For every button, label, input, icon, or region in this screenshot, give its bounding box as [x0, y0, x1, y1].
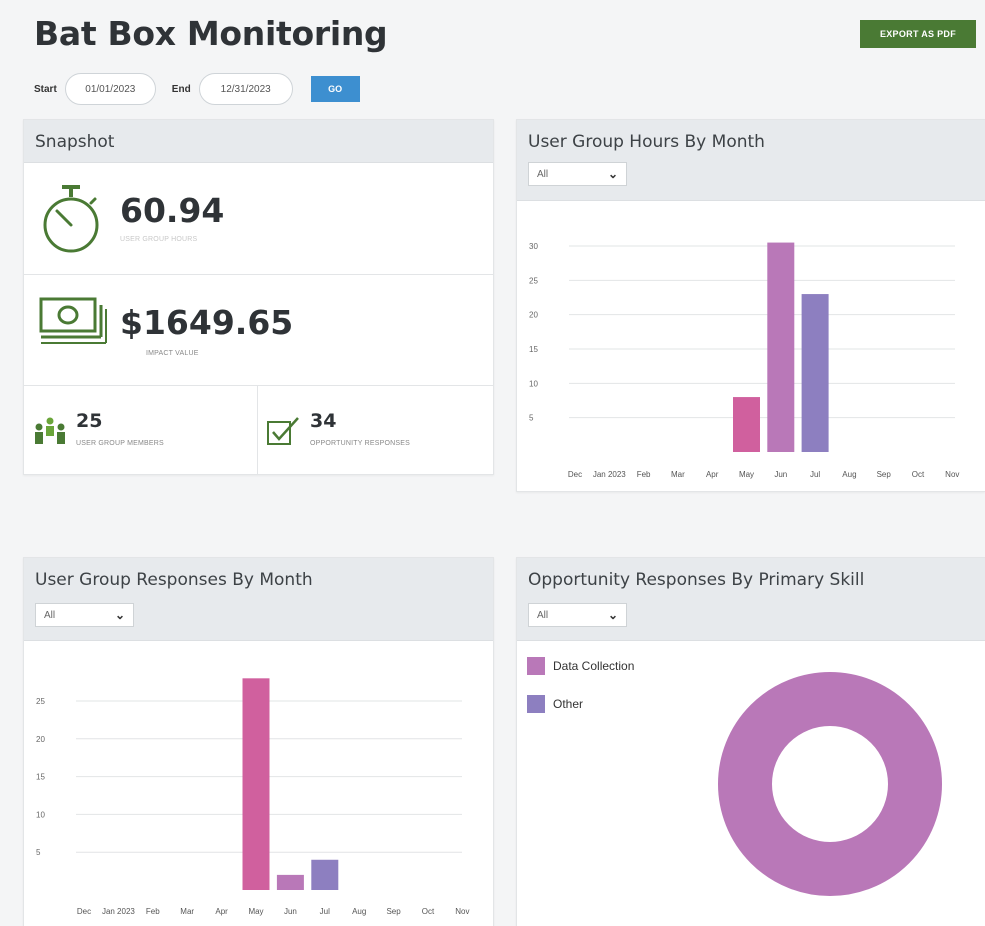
legend-item-other[interactable]: Other [527, 695, 583, 713]
bar-may [733, 397, 760, 452]
x-tick-label: Jan 2023 [593, 470, 626, 479]
donut-slice [718, 672, 942, 896]
x-tick-label: May [248, 907, 263, 916]
y-tick-label: 25 [36, 697, 45, 706]
legend-label: Data Collection [553, 659, 635, 673]
x-tick-label: Mar [671, 470, 685, 479]
legend-item-data-collection[interactable]: Data Collection [527, 657, 634, 675]
x-tick-label: Jun [284, 907, 297, 916]
responses-stat: 34 OPPORTUNITY RESPONSES [259, 386, 495, 475]
x-tick-label: Sep [386, 907, 401, 916]
responses-label: OPPORTUNITY RESPONSES [310, 440, 411, 447]
responses-panel: User Group Responses By Month All ⌄ 5 10 1… [23, 557, 494, 926]
x-tick-label: Apr [706, 470, 719, 479]
hours-stat: 60.94 USER GROUP HOURS [24, 163, 493, 275]
x-tick-label: Aug [842, 470, 856, 479]
impact-value: $1649.65 [120, 303, 294, 342]
y-tick-label: 5 [529, 414, 534, 423]
hours-bar-chart: 5 10 15 20 25 30 Dec Jan 2023 Feb Mar Apr May Jun Jul… [529, 242, 959, 479]
bar-jul [311, 859, 339, 890]
hours-panel-header: User Group Hours By Month All ⌄ [517, 120, 985, 201]
stopwatch-icon [38, 183, 104, 260]
responses-panel-header: User Group Responses By Month All ⌄ [24, 558, 493, 641]
x-tick-label: Dec [77, 907, 91, 916]
x-tick-label: Nov [945, 470, 959, 479]
snapshot-title: Snapshot [35, 132, 115, 152]
hours-value: 60.94 [120, 191, 225, 230]
hours-filter-value: All [537, 168, 549, 180]
bar-may [242, 678, 270, 890]
x-tick-label: Sep [877, 470, 892, 479]
x-tick-label: Oct [912, 470, 925, 479]
snapshot-panel: Snapshot 60.94 USER GROUP HOURS $1649.65… [23, 119, 494, 475]
x-tick-label: Aug [352, 907, 366, 916]
chevron-down-icon: ⌄ [607, 608, 618, 622]
x-tick-label: Mar [180, 907, 194, 916]
legend-label: Other [553, 697, 584, 711]
responses-filter-dropdown[interactable]: All ⌄ [35, 603, 134, 627]
responses-filter-value: All [44, 609, 56, 621]
y-tick-label: 15 [36, 773, 45, 782]
start-date-input[interactable] [64, 73, 156, 105]
x-tick-label: Feb [637, 470, 651, 479]
x-tick-label: Jan 2023 [102, 907, 135, 916]
x-tick-label: Dec [568, 470, 582, 479]
x-tick-label: Jul [320, 907, 330, 916]
skill-panel-header: Opportunity Responses By Primary Skill A… [517, 558, 985, 641]
members-label: USER GROUP MEMBERS [76, 440, 164, 447]
start-label: Start [34, 83, 57, 95]
snapshot-header: Snapshot [24, 120, 493, 163]
counts-row: 25 USER GROUP MEMBERS 34 OPPORTUNITY RES… [24, 386, 493, 475]
responses-value: 34 [310, 410, 337, 432]
skill-panel: Opportunity Responses By Primary Skill A… [516, 557, 985, 926]
x-tick-label: Feb [146, 907, 160, 916]
y-tick-label: 20 [36, 735, 45, 744]
x-tick-label: Apr [215, 907, 228, 916]
y-tick-label: 25 [529, 276, 538, 285]
chevron-down-icon: ⌄ [607, 167, 618, 181]
x-tick-label: Jul [810, 470, 820, 479]
y-tick-label: 30 [529, 242, 538, 251]
hours-panel: User Group Hours By Month All ⌄ 5 10 15 20 2… [516, 119, 985, 492]
y-tick-label: 20 [529, 311, 538, 320]
hours-label: USER GROUP HOURS [120, 236, 198, 243]
y-tick-label: 10 [529, 379, 538, 388]
responses-panel-title: User Group Responses By Month [35, 570, 313, 590]
export-pdf-button[interactable]: EXPORT AS PDF [860, 20, 976, 48]
checkbox-icon [266, 414, 300, 453]
x-tick-label: Oct [422, 907, 435, 916]
bar-jul [801, 294, 829, 452]
end-date-input[interactable] [198, 73, 293, 105]
y-tick-label: 10 [36, 810, 45, 819]
money-icon [39, 297, 107, 350]
legend-swatch [527, 695, 545, 713]
date-range-filter: Start End GO [34, 72, 360, 106]
go-button[interactable]: GO [310, 76, 360, 102]
end-label: End [171, 83, 191, 95]
x-tick-label: May [739, 470, 754, 479]
legend-swatch [527, 657, 545, 675]
members-value: 25 [76, 410, 103, 432]
x-tick-label: Jun [774, 470, 787, 479]
chevron-down-icon: ⌄ [114, 608, 125, 622]
skill-donut-chart [718, 672, 942, 896]
skill-panel-title: Opportunity Responses By Primary Skill [528, 570, 865, 590]
page-title: Bat Box Monitoring [34, 14, 388, 53]
responses-bar-chart: 5 10 15 20 25 Dec Jan 2023 Feb Mar Apr May Jun Jul Au… [36, 678, 470, 916]
skill-filter-value: All [537, 609, 549, 621]
hours-filter-dropdown[interactable]: All ⌄ [528, 162, 627, 186]
y-tick-label: 5 [36, 848, 41, 857]
bar-jun [276, 874, 304, 890]
hours-panel-title: User Group Hours By Month [528, 132, 765, 152]
bar-jun [767, 242, 795, 452]
x-tick-label: Nov [455, 907, 469, 916]
skill-filter-dropdown[interactable]: All ⌄ [528, 603, 627, 627]
y-tick-label: 15 [529, 345, 538, 354]
impact-stat: $1649.65 IMPACT VALUE [24, 275, 493, 386]
impact-label: IMPACT VALUE [146, 350, 199, 357]
members-stat: 25 USER GROUP MEMBERS [24, 386, 258, 475]
people-group-icon [33, 416, 67, 451]
